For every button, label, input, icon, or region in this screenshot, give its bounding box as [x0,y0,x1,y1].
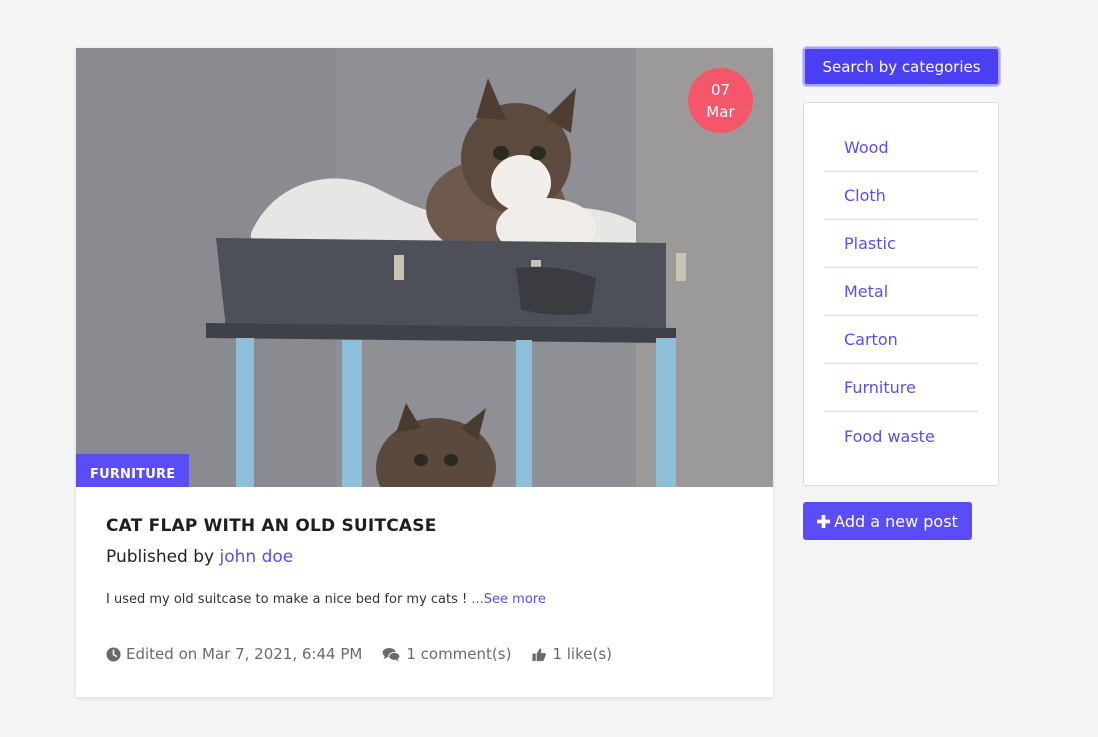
date-day: 07 [710,80,731,99]
cats-suitcase-illustration [76,48,773,487]
post-title[interactable]: CAT FLAP WITH AN OLD SUITCASE [106,516,437,536]
category-item-wood[interactable]: Wood [824,123,978,172]
edited-text: Edited on Mar 7, 2021, 6:44 PM [126,645,363,663]
search-by-categories-button[interactable]: Search by categories [803,47,1000,86]
comments-text: 1 comment(s) [406,645,512,663]
comments-info[interactable]: 1 comment(s) [382,645,511,663]
clock-icon [106,646,121,662]
category-item-cloth[interactable]: Cloth [824,172,978,220]
category-item-metal[interactable]: Metal [824,268,978,316]
plus-icon [817,514,831,528]
add-new-post-button[interactable]: Add a new post [803,502,972,540]
category-item-furniture[interactable]: Furniture [824,364,978,412]
comments-icon [382,647,401,662]
see-more-link[interactable]: ...See more [471,592,545,607]
likes-text: 1 like(s) [552,645,612,663]
category-tag[interactable]: FURNITURE [76,454,190,487]
categories-panel: Wood Cloth Plastic Metal Carton Furnitur… [803,102,999,486]
post-card: 07 Mar FURNITURE CAT FLAP WITH AN OLD SU… [76,48,773,697]
post-excerpt: I used my old suitcase to make a nice be… [106,592,546,607]
thumbs-up-icon [532,647,547,661]
category-item-carton[interactable]: Carton [824,316,978,364]
post-meta: Edited on Mar 7, 2021, 6:44 PM 1 comment… [106,645,612,663]
likes-info[interactable]: 1 like(s) [531,645,612,663]
author-link[interactable]: john doe [220,547,294,567]
excerpt-text: I used my old suitcase to make a nice be… [106,592,468,607]
post-byline: Published by john doe [106,547,293,567]
post-image[interactable]: 07 Mar FURNITURE [76,48,773,487]
date-badge: 07 Mar [688,68,753,133]
category-item-food-waste[interactable]: Food waste [824,412,978,460]
published-prefix: Published by [106,547,215,567]
date-month: Mar [706,102,735,121]
add-new-post-label: Add a new post [834,511,958,531]
edited-info: Edited on Mar 7, 2021, 6:44 PM [106,645,362,663]
category-item-plastic[interactable]: Plastic [824,220,978,268]
